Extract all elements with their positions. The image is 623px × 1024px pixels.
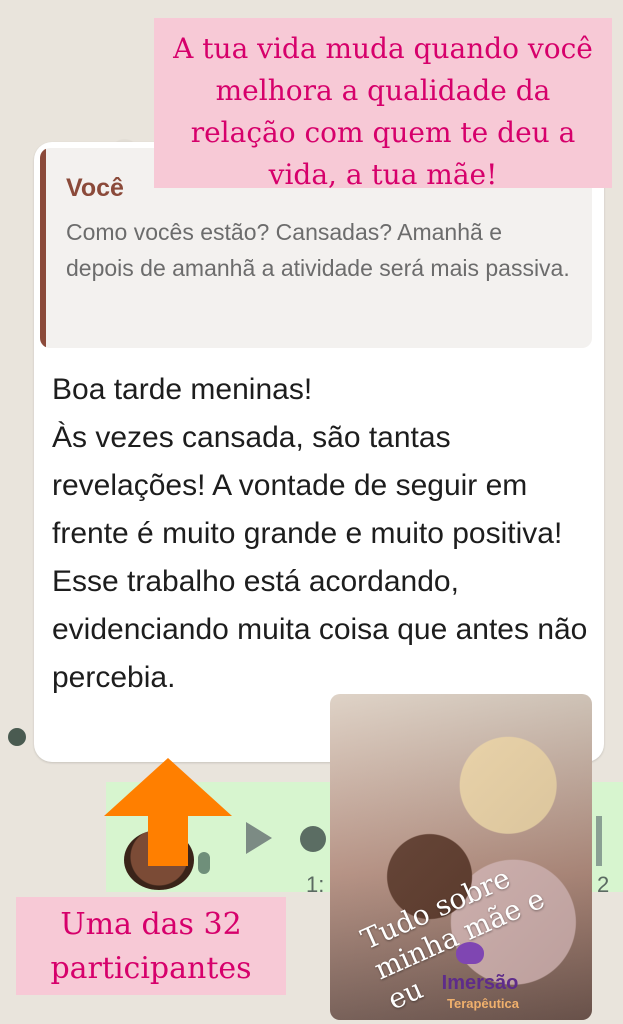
brand-subtitle: Terapêutica <box>446 996 519 1011</box>
orange-up-arrow-icon <box>104 758 232 816</box>
bottom-caption-label: Uma das 32 participantes <box>16 897 286 995</box>
audio-time-left: 1: <box>306 872 325 897</box>
top-caption-label: A tua vida muda quando você melhora a qu… <box>154 18 612 191</box>
reaction-icon[interactable] <box>8 728 26 746</box>
quote-accent-bar <box>40 148 46 348</box>
orange-arrow-shaft <box>148 814 188 866</box>
play-icon[interactable] <box>246 822 272 854</box>
lotus-icon <box>456 942 484 964</box>
audio-scrubber[interactable] <box>300 826 326 852</box>
brand-name: Imersão <box>441 972 519 994</box>
waveform-bar <box>596 816 602 866</box>
message-text: Boa tarde meninas! Às vezes cansada, são… <box>52 373 588 694</box>
quote-text: Como vocês estão? Cansadas? Amanhã e dep… <box>66 219 570 281</box>
microphone-icon <box>198 852 210 874</box>
audio-time-right: 2 <box>597 872 610 897</box>
quote-author: Você <box>66 174 124 202</box>
